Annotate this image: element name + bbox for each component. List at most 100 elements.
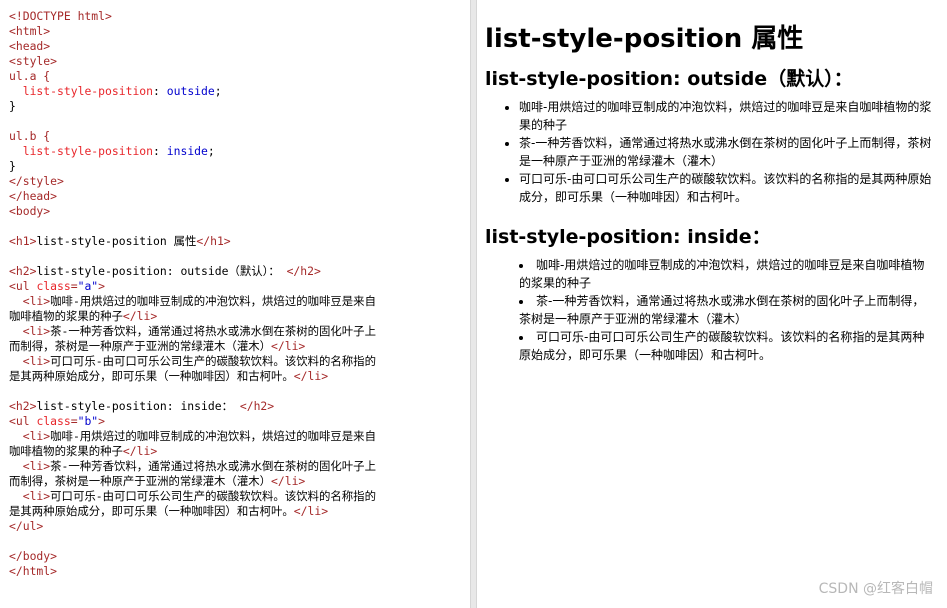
code-token-text: 茶-一种芳香饮料，通常通过将热水或沸水倒在茶树的固化叶子上 — [50, 324, 376, 338]
panel-splitter[interactable] — [470, 0, 477, 608]
code-line: list-style-position: inside; — [9, 144, 215, 158]
code-token-prop: list-style-position — [22, 144, 154, 158]
code-line: </head> — [9, 189, 57, 203]
code-editor-panel[interactable]: <!DOCTYPE html> <html> <head> <style> ul… — [0, 0, 470, 608]
code-line: 而制得，茶树是一种原产于亚洲的常绿灌木（灌木）</li> — [9, 474, 305, 488]
code-token-tag: </style> — [9, 174, 64, 188]
code-token-tag: </li> — [293, 504, 329, 518]
code-token-tag: <li> — [22, 354, 51, 368]
code-token-tag: <html> — [9, 24, 51, 38]
code-token-tag: </li> — [122, 444, 158, 458]
code-token-tag: <li> — [22, 459, 51, 473]
code-line: ul.b { — [9, 129, 50, 143]
code-line: 是其两种原始成分，即可乐果（一种咖啡因）和古柯叶。</li> — [9, 504, 328, 518]
code-line: </body> — [9, 549, 57, 563]
code-token-text: : — [153, 144, 167, 158]
heading-inside: list-style-position: inside： — [485, 226, 771, 248]
code-line: <head> — [9, 39, 50, 53]
code-token-text: list-style-position 属性 — [36, 234, 197, 248]
code-token-tag: <li> — [22, 429, 51, 443]
list-inside: 咖啡-用烘焙过的咖啡豆制成的冲泡饮料，烘焙过的咖啡豆是来自咖啡植物的浆果的种子 … — [477, 256, 934, 364]
code-token-text: 咖啡植物的浆果的种子 — [9, 444, 123, 458]
result-panel: list-style-position 属性 list-style-positi… — [477, 0, 947, 608]
code-token-tag: </body> — [9, 549, 58, 563]
code-token-tag: > — [98, 279, 106, 293]
code-line: <li>咖啡-用烘焙过的咖啡豆制成的冲泡饮料，烘焙过的咖啡豆是来自 — [9, 429, 376, 443]
code-line: 咖啡植物的浆果的种子</li> — [9, 309, 157, 323]
code-line: </ul> — [9, 519, 43, 533]
code-line: <li>可口可乐-由可口可乐公司生产的碳酸软饮料。该饮料的名称指的 — [9, 354, 376, 368]
code-token-text: 咖啡-用烘焙过的咖啡豆制成的冲泡饮料，烘焙过的咖啡豆是来自 — [50, 429, 376, 443]
code-line: <h2>list-style-position: outside（默认）： </… — [9, 264, 321, 278]
code-line: <style> — [9, 54, 57, 68]
code-token-tag: <ul — [9, 279, 37, 293]
code-token-val: "a" — [77, 279, 99, 293]
code-token-val: "b" — [77, 414, 99, 428]
code-token-text: } — [9, 99, 16, 113]
code-token-tag: </html> — [9, 564, 58, 578]
code-token-tag: <li> — [22, 324, 51, 338]
code-token-text: 是其两种原始成分，即可乐果（一种咖啡因）和古柯叶。 — [9, 369, 294, 383]
list-item-tea: 茶-一种芳香饮料，通常通过将热水或沸水倒在茶树的固化叶子上而制得，茶树是一种原产… — [519, 292, 934, 328]
list-item-tea: 茶-一种芳香饮料，通常通过将热水或沸水倒在茶树的固化叶子上而制得，茶树是一种原产… — [519, 134, 934, 170]
code-token-text: 可口可乐-由可口可乐公司生产的碳酸软饮料。该饮料的名称指的 — [50, 489, 376, 503]
code-line: <li>茶-一种芳香饮料，通常通过将热水或沸水倒在茶树的固化叶子上 — [9, 324, 376, 338]
code-token-tag: <h2> — [9, 399, 37, 413]
code-line: 是其两种原始成分，即可乐果（一种咖啡因）和古柯叶。</li> — [9, 369, 328, 383]
code-token-tag: </li> — [122, 309, 158, 323]
code-token-tag: </li> — [271, 339, 306, 353]
code-token-tag: </h2> — [239, 399, 275, 413]
code-token-tag: <body> — [9, 204, 51, 218]
code-token-tag: <head> — [9, 39, 51, 53]
code-token-tag: </h2> — [286, 264, 321, 278]
code-token-text: 而制得，茶树是一种原产于亚洲的常绿灌木（灌木） — [9, 339, 271, 353]
code-token-tag: ul.a { — [9, 69, 51, 83]
code-line: <li>咖啡-用烘焙过的咖啡豆制成的冲泡饮料，烘焙过的咖啡豆是来自 — [9, 294, 376, 308]
code-token-text: : — [153, 84, 167, 98]
code-line: </html> — [9, 564, 57, 578]
code-token-tag: <h1> — [9, 234, 37, 248]
code-line: </style> — [9, 174, 64, 188]
code-token-tag: </ul> — [9, 519, 44, 533]
code-token-prop: class — [36, 279, 71, 293]
code-line: <ul class="a"> — [9, 279, 105, 293]
list-item-coffee: 咖啡-用烘焙过的咖啡豆制成的冲泡饮料，烘焙过的咖啡豆是来自咖啡植物的浆果的种子 — [519, 98, 934, 134]
watermark: CSDN @红客白帽 — [818, 581, 933, 597]
code-token-text: } — [9, 159, 16, 173]
code-token-tag: = — [70, 414, 78, 428]
code-token-tag: </h1> — [196, 234, 231, 248]
code-token-tag: = — [70, 279, 78, 293]
code-token-text: 可口可乐-由可口可乐公司生产的碳酸软饮料。该饮料的名称指的 — [50, 354, 376, 368]
code-token-tag: <li> — [22, 294, 51, 308]
list-item-coffee: 咖啡-用烘焙过的咖啡豆制成的冲泡饮料，烘焙过的咖啡豆是来自咖啡植物的浆果的种子 — [519, 256, 934, 292]
heading-outside: list-style-position: outside（默认）： — [485, 68, 853, 90]
code-token-text: 咖啡-用烘焙过的咖啡豆制成的冲泡饮料，烘焙过的咖啡豆是来自 — [50, 294, 376, 308]
code-line: <li>茶-一种芳香饮料，通常通过将热水或沸水倒在茶树的固化叶子上 — [9, 459, 376, 473]
code-token-text: ; — [207, 144, 215, 158]
code-line: <!DOCTYPE html> — [9, 9, 112, 23]
code-token-tag: </head> — [9, 189, 58, 203]
code-line: <h1>list-style-position 属性</h1> — [9, 234, 231, 248]
code-line: } — [9, 159, 16, 173]
code-token-text: 而制得，茶树是一种原产于亚洲的常绿灌木（灌木） — [9, 474, 271, 488]
code-block[interactable]: <!DOCTYPE html> <html> <head> <style> ul… — [0, 0, 470, 579]
code-line: <ul class="b"> — [9, 414, 105, 428]
code-line: ul.a { — [9, 69, 50, 83]
list-item-cola: 可口可乐-由可口可乐公司生产的碳酸软饮料。该饮料的名称指的是其两种原始成分，即可… — [519, 170, 934, 206]
code-line: } — [9, 99, 16, 113]
code-line: <h2>list-style-position: inside： </h2> — [9, 399, 274, 413]
code-line: <html> — [9, 24, 50, 38]
list-outside: 咖啡-用烘焙过的咖啡豆制成的冲泡饮料，烘焙过的咖啡豆是来自咖啡植物的浆果的种子 … — [477, 98, 934, 206]
code-token-tag: <!DOCTYPE html> — [9, 9, 112, 23]
code-token-text: list-style-position: outside（默认）： — [36, 264, 287, 278]
code-token-tag: <style> — [9, 54, 58, 68]
page-title: list-style-position 属性 — [485, 24, 804, 54]
code-token-text: 是其两种原始成分，即可乐果（一种咖啡因）和古柯叶。 — [9, 504, 294, 518]
code-token-text: list-style-position: inside： — [36, 399, 240, 413]
